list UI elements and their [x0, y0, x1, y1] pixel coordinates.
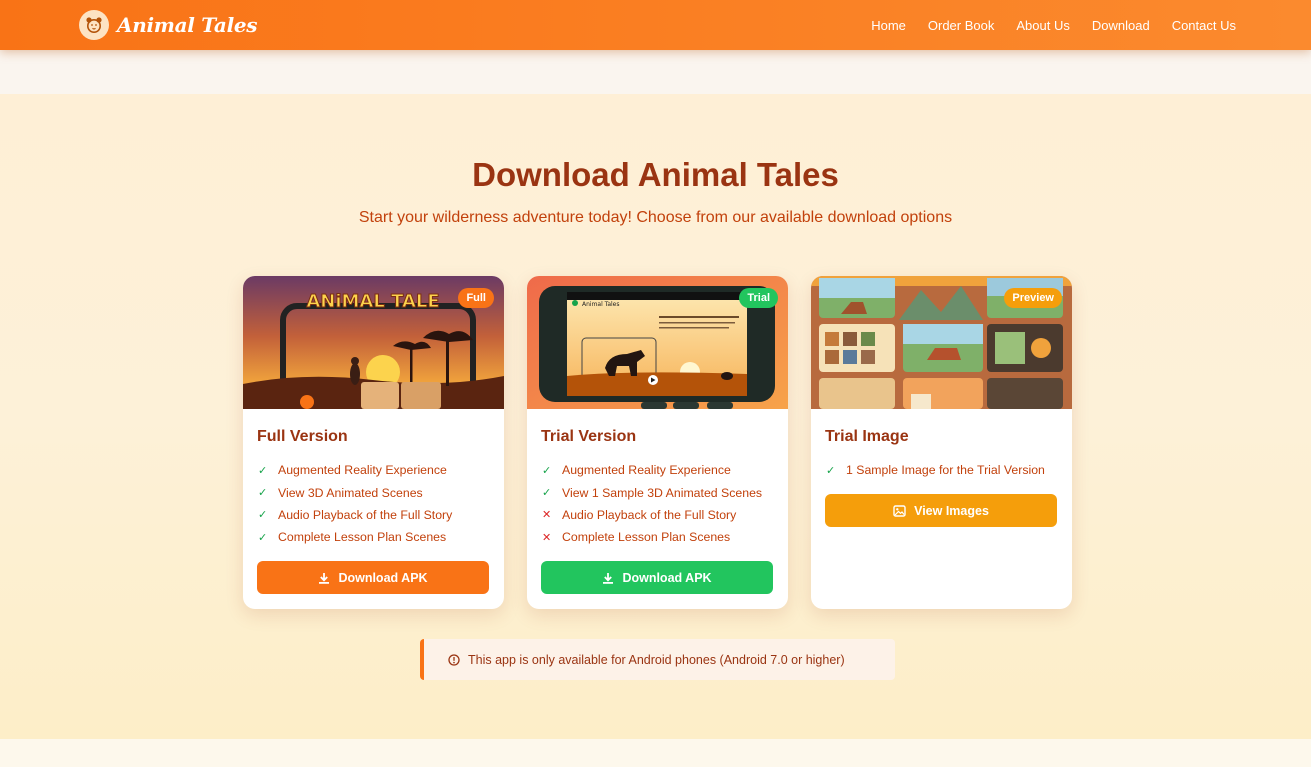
info-icon [448, 653, 460, 666]
brand[interactable]: Animal Tales [79, 10, 258, 40]
nav-link-download[interactable]: Download [1092, 18, 1150, 33]
check-icon: ✓ [258, 487, 268, 500]
android-notice: This app is only available for Android p… [420, 639, 895, 680]
section-subtitle: Start your wilderness adventure today! C… [358, 209, 953, 226]
trial-version-image-title: Animal Tales [582, 301, 620, 308]
nav-link-contact-us[interactable]: Contact Us [1172, 18, 1236, 33]
nav-link-about-us[interactable]: About Us [1016, 18, 1069, 33]
nav-links: Home Order Book About Us Download Contac… [849, 0, 1236, 50]
preview-badge: Preview [1004, 288, 1062, 308]
full-badge: Full [458, 288, 494, 308]
trial-image-card: Preview Trial Image ✓ 1 Sample Image for … [811, 276, 1072, 609]
trial-image-features: ✓ 1 Sample Image for the Trial Version [826, 459, 1045, 481]
feature-item: ✓ View 3D Animated Scenes [258, 485, 423, 500]
button-label: Download APK [622, 570, 712, 585]
download-icon [602, 572, 614, 584]
x-icon: ✕ [542, 509, 552, 522]
full-version-features: ✓ Augmented Reality Experience ✓ View 3D A… [258, 459, 452, 549]
trial-version-image[interactable]: Animal Tales Trial [527, 276, 788, 409]
feature-item: ✓ 1 Sample Image for the Trial Version [826, 463, 1045, 478]
feature-item: ✓ Audio Playback of the Full Story [258, 507, 453, 522]
trial-version-card: Animal Tales Trial Trial Version ✓ Augmen… [527, 276, 788, 609]
navbar: Animal Tales Home Order Book About Us Do… [0, 0, 1311, 50]
feature-item: ✓ Complete Lesson Plan Scenes [258, 530, 447, 545]
nav-link-order-book[interactable]: Order Book [928, 18, 994, 33]
notice-text: This app is only available for Android p… [468, 652, 845, 667]
check-icon: ✓ [258, 531, 268, 544]
view-images-button[interactable]: View Images [825, 494, 1057, 527]
check-icon: ✓ [542, 487, 552, 500]
full-version-card: ANiMAL TALE Full Full Version ✓ Augmented… [243, 276, 504, 609]
trial-image-preview[interactable]: Preview [811, 276, 1072, 409]
trial-version-features: ✓ Augmented Reality Experience ✓ View 1 Sa… [542, 459, 762, 549]
full-version-image-title: ANiMAL TALE [306, 291, 439, 312]
section-title: Download Animal Tales [472, 156, 839, 193]
trial-badge: Trial [739, 288, 778, 308]
button-label: Download APK [338, 570, 428, 585]
nav-link-home[interactable]: Home [871, 18, 906, 33]
next-section-edge [0, 739, 1311, 767]
check-icon: ✓ [258, 509, 268, 522]
previous-section-edge [0, 50, 1311, 94]
download-section: Download Animal Tales Start your wildern… [0, 94, 1311, 739]
trial-download-apk-button[interactable]: Download APK [541, 561, 773, 594]
full-version-title: Full Version [257, 428, 348, 445]
feature-item: ✓ Augmented Reality Experience [542, 463, 731, 478]
x-icon: ✕ [542, 531, 552, 544]
button-label: View Images [914, 503, 989, 518]
feature-item: ✕ Audio Playback of the Full Story [542, 507, 737, 522]
check-icon: ✓ [258, 464, 268, 477]
bear-logo-icon [79, 10, 109, 40]
feature-item: ✓ View 1 Sample 3D Animated Scenes [542, 485, 763, 500]
download-icon [318, 572, 330, 584]
feature-item: ✓ Augmented Reality Experience [258, 463, 447, 478]
check-icon: ✓ [826, 464, 836, 477]
brand-name: Animal Tales [117, 13, 258, 37]
check-icon: ✓ [542, 464, 552, 477]
full-version-image[interactable]: ANiMAL TALE Full [243, 276, 504, 409]
trial-version-title: Trial Version [541, 428, 637, 445]
full-download-apk-button[interactable]: Download APK [257, 561, 489, 594]
image-icon [893, 504, 906, 517]
feature-item: ✕ Complete Lesson Plan Scenes [542, 530, 731, 545]
trial-image-title: Trial Image [825, 428, 909, 445]
